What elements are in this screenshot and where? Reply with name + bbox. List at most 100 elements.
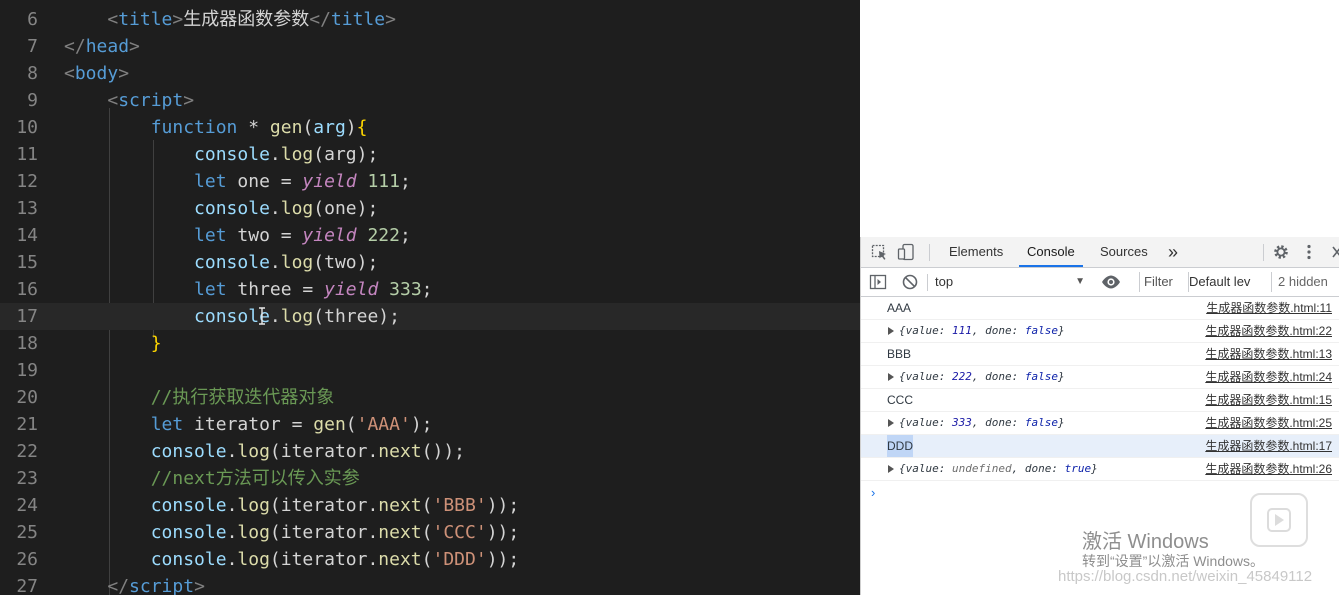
line-code: console.log(arg); (64, 141, 378, 168)
line-number: 21 (16, 414, 38, 435)
more-tabs-button[interactable]: » (1168, 237, 1178, 267)
source-link[interactable]: 生成器函数参数.html:24 (1205, 366, 1332, 388)
code-token: script (118, 90, 184, 111)
expand-arrow-icon[interactable] (888, 327, 894, 335)
log-object: {value: 111, done: false} (899, 320, 1065, 342)
source-link[interactable]: 生成器函数参数.html:26 (1205, 458, 1332, 480)
line-number: 8 (27, 63, 38, 84)
code-line[interactable]: 27 </script> (0, 573, 860, 595)
code-token: (iterator. (269, 495, 379, 516)
code-line[interactable]: 17 console.log(three); (0, 303, 860, 330)
object-key: } (1091, 462, 1098, 475)
log-levels-dropdown[interactable]: Default lev (1189, 272, 1250, 292)
code-token: console (150, 441, 227, 462)
code-line[interactable]: 25 console.log(iterator.next('CCC')); (0, 519, 860, 546)
code-token: arg (313, 117, 346, 138)
code-token: 222 (367, 225, 400, 246)
code-token: > (183, 90, 195, 111)
source-link[interactable]: 生成器函数参数.html:15 (1205, 389, 1332, 411)
object-key: } (1057, 416, 1065, 429)
code-line[interactable]: 21 let iterator = gen('AAA'); (0, 411, 860, 438)
code-editor[interactable]: 6 <title>生成器函数参数</title> 7 </head> 8 <body> 9… (0, 0, 860, 595)
code-line[interactable]: 7 </head> (0, 33, 860, 60)
source-link[interactable]: 生成器函数参数.html:25 (1205, 412, 1332, 434)
line-code: console.log(iterator.next('CCC')); (64, 519, 520, 546)
gear-icon[interactable] (1272, 243, 1290, 261)
console-message[interactable]: DDD 生成器函数参数.html:17 (861, 435, 1339, 458)
log-text: DDD (887, 435, 913, 457)
code-line[interactable]: 14 let two = yield 222; (0, 222, 860, 249)
code-token: next (378, 549, 422, 570)
code-line[interactable]: 12 let one = yield 111; (0, 168, 860, 195)
expand-arrow-icon[interactable] (888, 419, 894, 427)
console-message[interactable]: {value: 222, done: false} 生成器函数参数.html:24 (861, 366, 1339, 389)
code-line[interactable]: 13 console.log(one); (0, 195, 860, 222)
line-code: let one = yield 111; (64, 168, 411, 195)
inspect-element-icon[interactable] (871, 244, 889, 262)
context-select[interactable]: top ▼ (935, 272, 1085, 292)
code-line[interactable]: 26 console.log(iterator.next('DDD')); (0, 546, 860, 573)
code-token: . (269, 144, 281, 165)
close-icon[interactable] (1331, 245, 1339, 259)
filter-input[interactable]: Filter (1139, 272, 1189, 292)
console-message[interactable]: {value: 333, done: false} 生成器函数参数.html:25 (861, 412, 1339, 435)
console-message[interactable]: CCC 生成器函数参数.html:15 (861, 389, 1339, 412)
code-line[interactable]: 8 <body> (0, 60, 860, 87)
play-icon (1267, 508, 1291, 532)
source-link[interactable]: 生成器函数参数.html:22 (1205, 320, 1332, 342)
tab-sources[interactable]: Sources (1100, 237, 1148, 267)
code-token: body (74, 63, 119, 84)
code-line[interactable]: 15 console.log(two); (0, 249, 860, 276)
console-message[interactable]: BBB 生成器函数参数.html:13 (861, 343, 1339, 366)
code-line[interactable]: 11 console.log(arg); (0, 141, 860, 168)
console-message[interactable]: {value: undefined, done: true} 生成器函数参数.ht… (861, 458, 1339, 481)
code-line[interactable]: 16 let three = yield 333; (0, 276, 860, 303)
console-message[interactable]: AAA 生成器函数参数.html:11 (861, 297, 1339, 320)
source-link[interactable]: 生成器函数参数.html:13 (1205, 343, 1332, 365)
code-token: </ (64, 36, 86, 57)
line-code: //next方法可以传入实参 (64, 465, 360, 492)
clear-console-icon[interactable] (901, 273, 919, 291)
source-link[interactable]: 生成器函数参数.html:17 (1205, 435, 1332, 457)
object-done: false (1024, 370, 1058, 383)
eye-icon[interactable] (1101, 274, 1121, 290)
tab-elements[interactable]: Elements (949, 237, 1003, 267)
code-token: gen (269, 117, 303, 138)
code-token: yield (302, 171, 357, 192)
kebab-menu-icon[interactable] (1305, 243, 1313, 261)
code-line[interactable]: 20 //执行获取迭代器对象 (0, 384, 860, 411)
object-key: } (1057, 324, 1065, 337)
code-line[interactable]: 24 console.log(iterator.next('BBB')); (0, 492, 860, 519)
code-token: script (129, 576, 195, 595)
expand-arrow-icon[interactable] (888, 465, 894, 473)
console-prompt[interactable]: › (871, 485, 875, 500)
code-token: log (237, 549, 270, 570)
code-token: log (280, 306, 314, 327)
code-line[interactable]: 22 console.log(iterator.next()); (0, 438, 860, 465)
blog-url-watermark: https://blog.csdn.net/weixin_45849112 (1058, 568, 1313, 585)
source-link[interactable]: 生成器函数参数.html:11 (1206, 297, 1332, 319)
code-line[interactable]: 6 <title>生成器函数参数</title> (0, 6, 860, 33)
code-token: iterator = (183, 414, 314, 435)
expand-arrow-icon[interactable] (888, 373, 894, 381)
code-line[interactable]: 10 function * gen(arg){ (0, 114, 860, 141)
device-toolbar-icon[interactable] (897, 243, 915, 261)
code-token: </ (309, 9, 331, 30)
code-line[interactable]: 19 (0, 357, 860, 384)
console-message[interactable]: {value: 111, done: false} 生成器函数参数.html:22 (861, 320, 1339, 343)
code-line[interactable]: 9 <script> (0, 87, 860, 114)
code-token: ; (399, 171, 411, 192)
code-line[interactable]: 18 } (0, 330, 860, 357)
sidebar-toggle-icon[interactable] (869, 273, 887, 291)
tab-console[interactable]: Console (1019, 237, 1083, 267)
code-line[interactable]: 23 //next方法可以传入实参 (0, 465, 860, 492)
code-token: . (226, 549, 238, 570)
code-token: next (378, 441, 422, 462)
object-value: 222 (951, 370, 972, 383)
